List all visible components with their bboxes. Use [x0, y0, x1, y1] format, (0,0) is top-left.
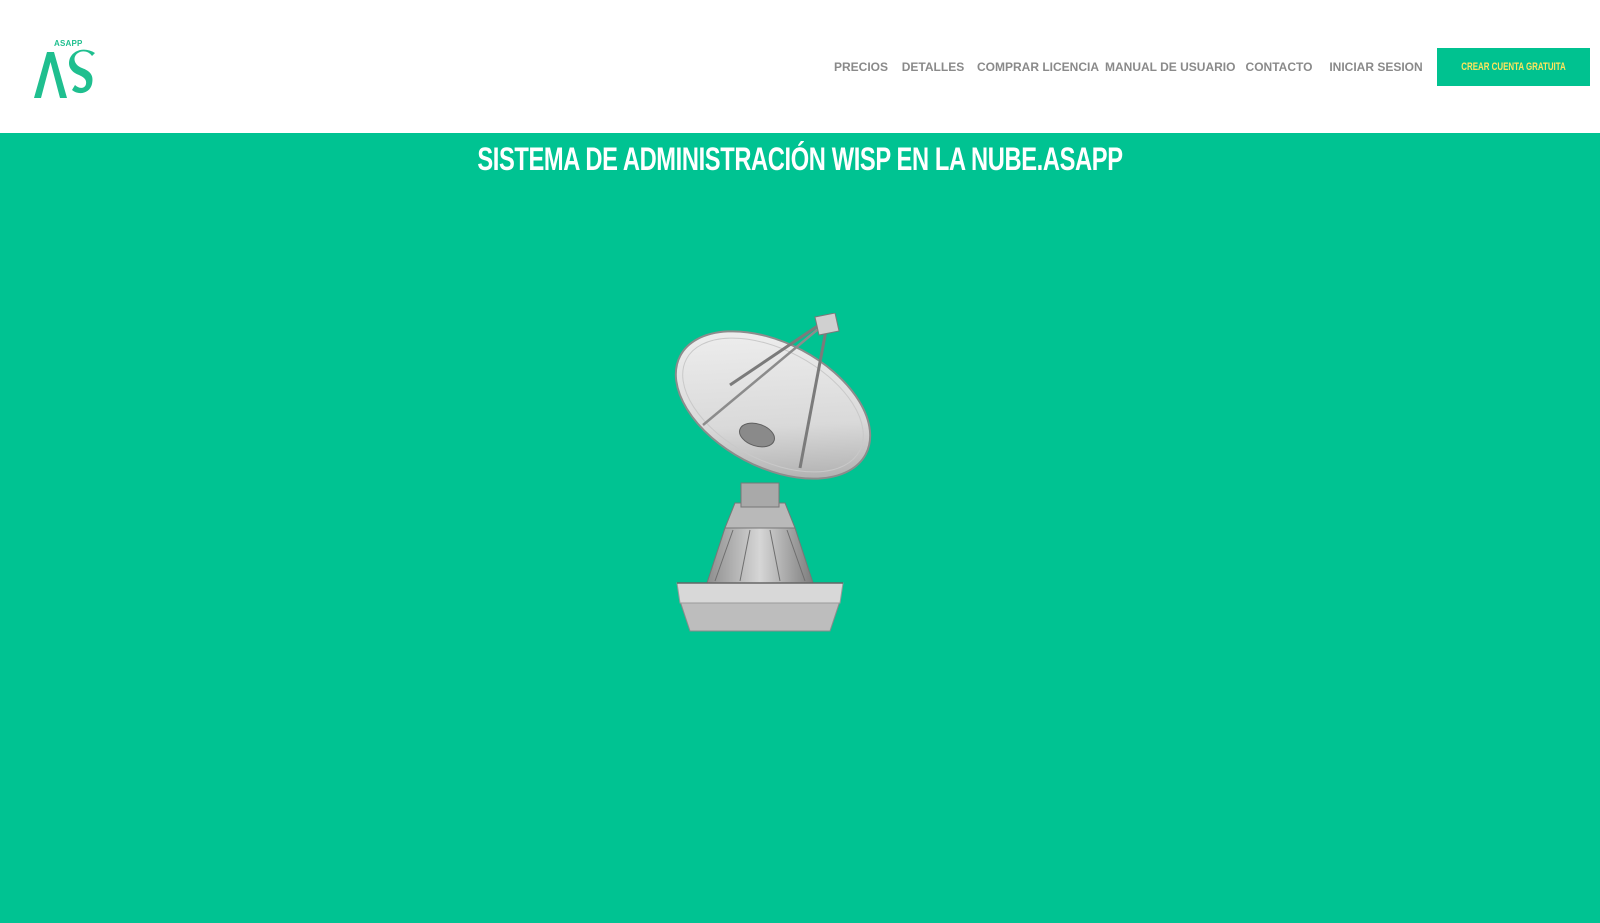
nav-item-label: Comprar Licencia: [977, 60, 1099, 74]
nav-item-label: Contacto: [1245, 60, 1313, 74]
hero-title-text: Sistema de Administración WISP en la nub…: [477, 141, 1123, 177]
nav-item-comprar-licencia[interactable]: Comprar Licencia: [973, 58, 1101, 76]
create-account-button[interactable]: Crear cuenta gratuita: [1437, 48, 1590, 86]
nav-item-precios[interactable]: Precios: [829, 58, 893, 76]
create-account-button-label: Crear cuenta gratuita: [1461, 61, 1566, 73]
hero-section: Sistema de Administración WISP en la nub…: [0, 133, 1600, 923]
nav-item-label: Detalles: [901, 60, 965, 74]
logo-small-label: ASAPP: [54, 39, 83, 48]
hero-title: Sistema de Administración WISP en la nub…: [0, 141, 1600, 178]
nav-item-iniciar-sesion[interactable]: Iniciar Sesion: [1321, 58, 1431, 76]
main-nav: Precios Detalles Comprar Licencia Manual…: [829, 48, 1590, 86]
nav-item-label: Precios: [833, 60, 888, 74]
satellite-dish-icon: [655, 312, 905, 643]
brand-logo[interactable]: ASAPP: [34, 38, 98, 100]
nav-item-label: Iniciar Sesion: [1329, 60, 1423, 74]
nav-item-detalles[interactable]: Detalles: [893, 58, 973, 76]
nav-item-label: Manual de Usuario: [1105, 60, 1236, 74]
nav-item-manual-de-usuario[interactable]: Manual de Usuario: [1101, 58, 1237, 76]
nav-item-contacto[interactable]: Contacto: [1237, 58, 1321, 76]
site-header: ASAPP Precios Detalles Comprar Licencia …: [0, 0, 1600, 133]
page: ASAPP Precios Detalles Comprar Licencia …: [0, 0, 1600, 923]
